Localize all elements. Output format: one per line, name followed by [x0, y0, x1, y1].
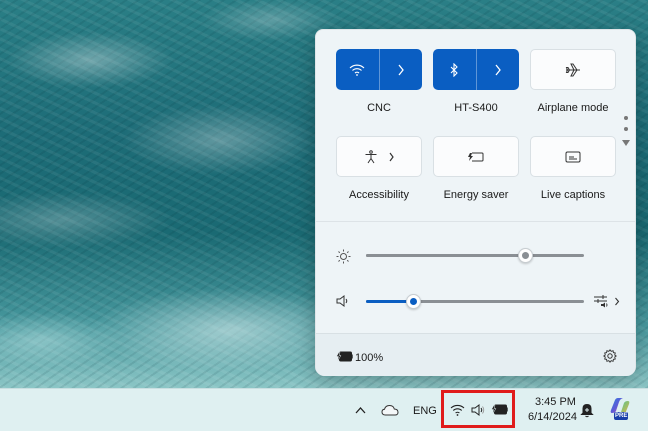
- wifi-tile-label: CNC: [367, 102, 391, 114]
- page-indicator-dot: [624, 127, 628, 131]
- page-indicator-dot: [624, 116, 628, 120]
- quick-settings-footer: 100%: [316, 333, 635, 376]
- quick-settings-tiles: CNC HT-S400 Airplane mode Accessibility: [316, 30, 635, 221]
- accessibility-tile[interactable]: [336, 136, 422, 177]
- battery-charging-icon: [336, 351, 353, 362]
- copilot-preview-badge: PRE: [614, 412, 629, 420]
- battery-percentage: 100%: [355, 352, 384, 364]
- bluetooth-tile-label: HT-S400: [454, 102, 498, 114]
- airplane-mode-tile[interactable]: [530, 49, 616, 90]
- chevron-right-icon: [389, 152, 394, 161]
- chevron-right-icon: [398, 64, 404, 75]
- airplane-icon: [565, 63, 580, 76]
- bluetooth-tile[interactable]: [433, 49, 519, 90]
- highlight-box: [441, 390, 515, 428]
- clock-time: 3:45 PM: [535, 396, 576, 408]
- live-captions-tile-label: Live captions: [540, 189, 606, 201]
- quick-settings-panel: CNC HT-S400 Airplane mode Accessibility: [315, 29, 636, 376]
- wifi-toggle[interactable]: [336, 49, 379, 90]
- energy-saver-tile-label: Energy saver: [443, 189, 509, 201]
- clock[interactable]: 3:45 PM 6/14/2024: [528, 395, 580, 427]
- cloud-icon[interactable]: [381, 404, 399, 416]
- energy-saver-tile[interactable]: [433, 136, 519, 177]
- chevron-up-icon[interactable]: [355, 406, 366, 414]
- wifi-expand-button[interactable]: [378, 49, 423, 90]
- audio-output-icon: [594, 295, 608, 308]
- wifi-tile[interactable]: [336, 49, 422, 90]
- volume-slider[interactable]: [366, 300, 584, 303]
- live-captions-icon: [565, 151, 581, 162]
- bluetooth-toggle[interactable]: [433, 49, 476, 90]
- copilot-button[interactable]: PRE: [609, 397, 631, 423]
- taskbar: ENG 3:45 PM 6/14/2024 PRE: [0, 388, 648, 431]
- brightness-slider-thumb[interactable]: [517, 248, 533, 263]
- chevron-right-icon: [495, 64, 501, 75]
- clock-date: 6/14/2024: [528, 411, 577, 423]
- bluetooth-icon: [450, 62, 459, 77]
- brightness-slider-fill: [366, 254, 526, 257]
- energy-saver-icon: [468, 152, 484, 161]
- bluetooth-expand-button[interactable]: [475, 49, 520, 90]
- speaker-icon: [336, 295, 348, 307]
- chevron-right-icon: [615, 297, 620, 306]
- brightness-slider[interactable]: [366, 254, 584, 257]
- wifi-icon: [349, 64, 365, 76]
- language-indicator[interactable]: ENG: [413, 405, 437, 417]
- live-captions-tile[interactable]: [530, 136, 616, 177]
- accessibility-tile-label: Accessibility: [349, 189, 409, 201]
- airplane-mode-tile-label: Airplane mode: [537, 102, 609, 114]
- next-page-button[interactable]: [622, 140, 630, 146]
- tiles-divider: [316, 221, 635, 222]
- volume-slider-thumb[interactable]: [406, 294, 422, 309]
- accessibility-icon: [365, 149, 376, 163]
- gear-icon[interactable]: [603, 349, 617, 363]
- notification-bell-icon[interactable]: [580, 402, 594, 418]
- audio-output-button[interactable]: [593, 294, 623, 310]
- brightness-icon: [336, 249, 351, 264]
